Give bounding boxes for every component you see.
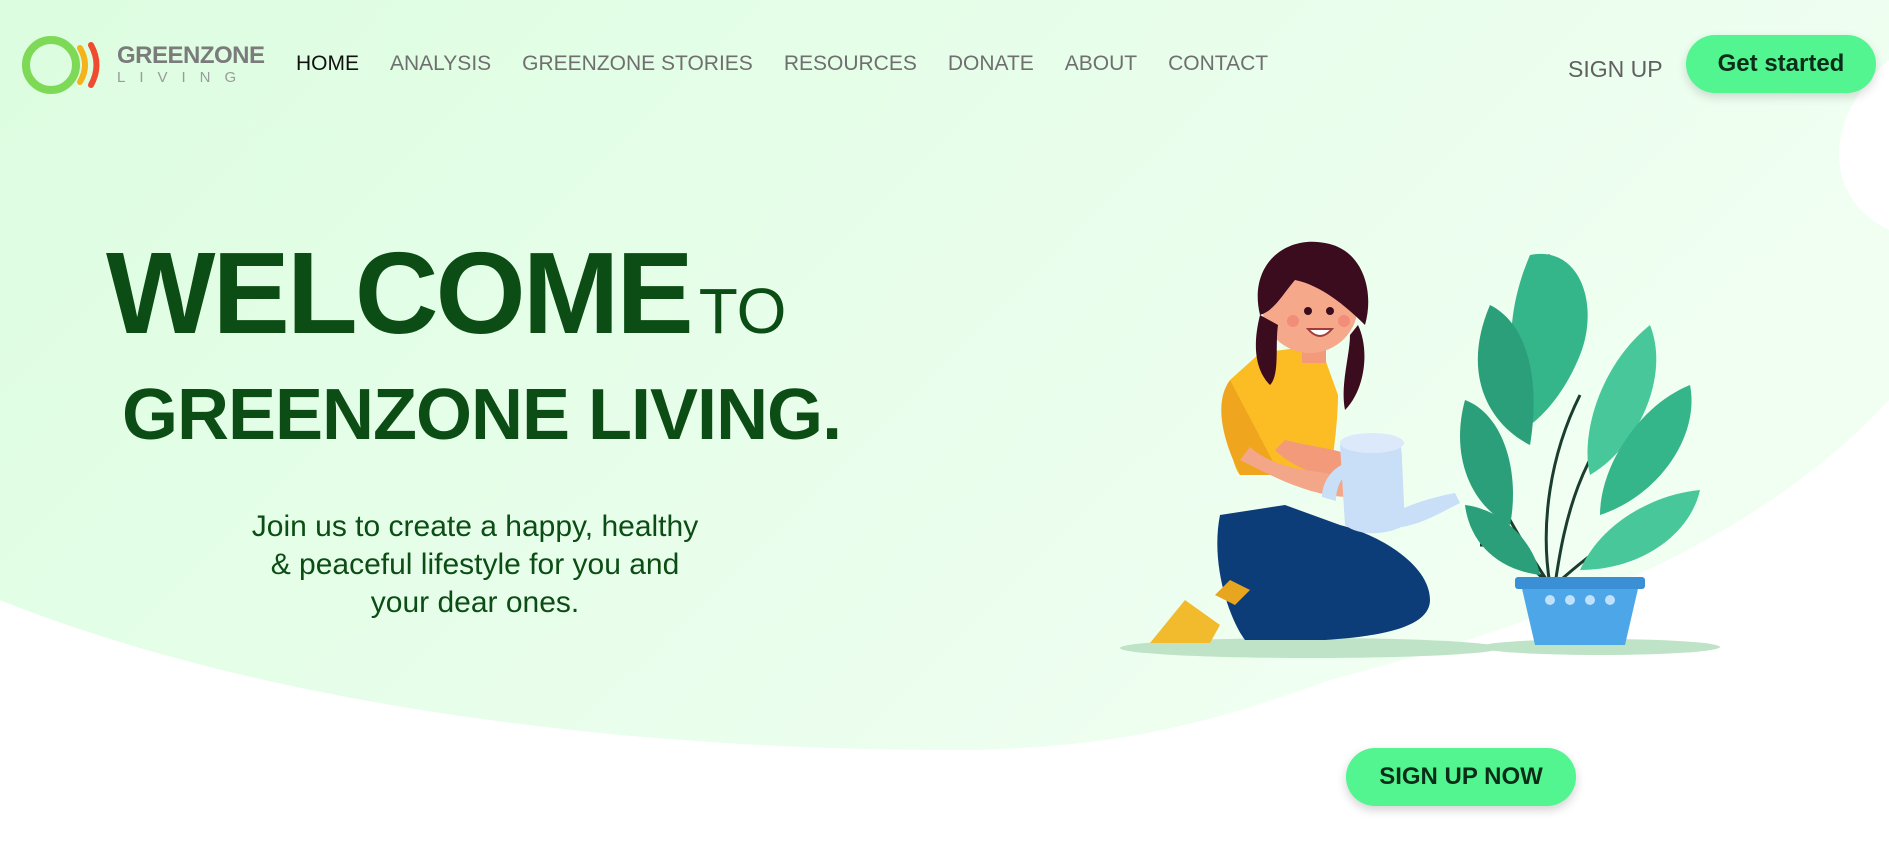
- hero-subtitle-line: & peaceful lifestyle for you and: [270, 548, 680, 581]
- nav-item-about[interactable]: ABOUT: [1065, 52, 1137, 76]
- hero-subtitle: Join us to create a happy, healthy & pea…: [200, 508, 750, 622]
- hero-subtitle-line: your dear ones.: [370, 586, 580, 619]
- hero-subtitle-line: Join us to create a happy, healthy: [251, 510, 699, 543]
- hero-title-line2: GREENZONE LIVING.: [122, 375, 842, 455]
- hero-welcome: WELCOME: [106, 228, 694, 358]
- sign-up-now-button[interactable]: SIGN UP NOW: [1346, 748, 1576, 806]
- logo-name: GREENZONE: [117, 42, 265, 69]
- get-started-button[interactable]: Get started: [1686, 35, 1876, 93]
- nav-item-home[interactable]: HOME: [296, 52, 359, 76]
- site-header: GREENZONE LIVING HOME ANALYSIS GREENZONE…: [0, 0, 1889, 130]
- woman-watering-plant-illustration: [1120, 241, 1720, 658]
- nav-item-contact[interactable]: CONTACT: [1168, 52, 1268, 76]
- nav-item-resources[interactable]: RESOURCES: [784, 52, 917, 76]
- sign-up-link[interactable]: SIGN UP: [1568, 56, 1663, 83]
- main-nav: HOME ANALYSIS GREENZONE STORIES RESOURCE…: [296, 52, 1299, 76]
- nav-item-greenzone-stories[interactable]: GREENZONE STORIES: [522, 52, 753, 76]
- hero-title-line1: WELCOME TO: [106, 228, 786, 358]
- logo[interactable]: GREENZONE LIVING: [20, 32, 265, 102]
- hero-to: TO: [698, 275, 787, 347]
- logo-sub: LIVING: [117, 69, 251, 86]
- ring-signal-icon: [22, 36, 100, 94]
- nav-item-donate[interactable]: DONATE: [948, 52, 1034, 76]
- nav-item-analysis[interactable]: ANALYSIS: [390, 52, 491, 76]
